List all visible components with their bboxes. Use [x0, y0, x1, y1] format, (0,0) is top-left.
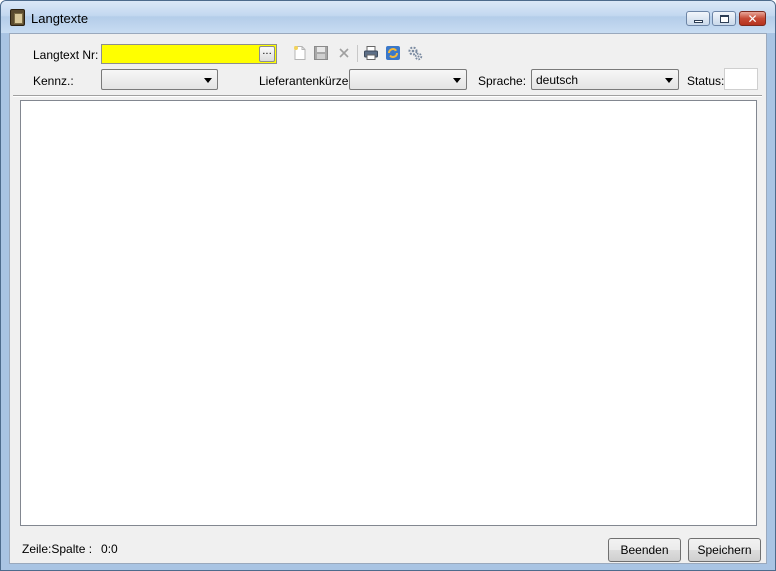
close-icon: ✕ — [747, 11, 758, 26]
beenden-button[interactable]: Beenden — [608, 538, 681, 562]
lieferant-select[interactable] — [349, 69, 467, 90]
close-button[interactable]: ✕ — [739, 11, 766, 26]
cursor-position-value: 0:0 — [101, 542, 118, 556]
window-title: Langtexte — [31, 11, 89, 26]
kennz-select[interactable] — [101, 69, 218, 90]
window: Langtexte ✕ Langtext Nr: ... Kennz.: Lie… — [0, 0, 776, 571]
chevron-down-icon — [453, 78, 461, 83]
cursor-position: Zeile:Spalte : 0:0 — [22, 542, 118, 556]
sprache-select[interactable]: deutsch — [531, 69, 679, 90]
status-field[interactable] — [724, 68, 758, 90]
divider — [13, 95, 762, 97]
refresh-icon[interactable] — [385, 45, 401, 61]
langtext-nr-input[interactable]: ... — [101, 44, 277, 64]
speichern-button[interactable]: Speichern — [688, 538, 761, 562]
print-icon[interactable] — [363, 45, 379, 61]
langtext-editor[interactable] — [20, 100, 757, 526]
status-label: Status: — [687, 74, 725, 88]
chevron-down-icon — [204, 78, 212, 83]
minimize-icon — [693, 19, 703, 23]
new-document-icon[interactable] — [292, 45, 308, 61]
app-icon — [10, 9, 25, 26]
sprache-label: Sprache: — [478, 74, 527, 88]
langtext-nr-label: Langtext Nr: — [33, 48, 99, 62]
sprache-value: deutsch — [536, 73, 579, 87]
client-area: Langtext Nr: ... Kennz.: Lieferantenkürz… — [9, 33, 767, 564]
kennz-label: Kennz.: — [33, 74, 74, 88]
maximize-icon — [719, 14, 729, 23]
toolbar-separator — [357, 45, 358, 62]
chevron-down-icon — [665, 78, 673, 83]
lieferant-label: Lieferantenkürzel: — [259, 74, 355, 88]
settings-gears-icon[interactable] — [407, 45, 423, 61]
maximize-button[interactable] — [712, 11, 736, 26]
title-bar[interactable]: Langtexte ✕ — [1, 1, 775, 33]
minimize-button[interactable] — [686, 11, 710, 26]
cursor-position-label: Zeile:Spalte : — [22, 542, 93, 556]
save-icon[interactable] — [313, 45, 329, 61]
delete-icon[interactable] — [336, 45, 352, 61]
browse-button[interactable]: ... — [259, 46, 275, 62]
